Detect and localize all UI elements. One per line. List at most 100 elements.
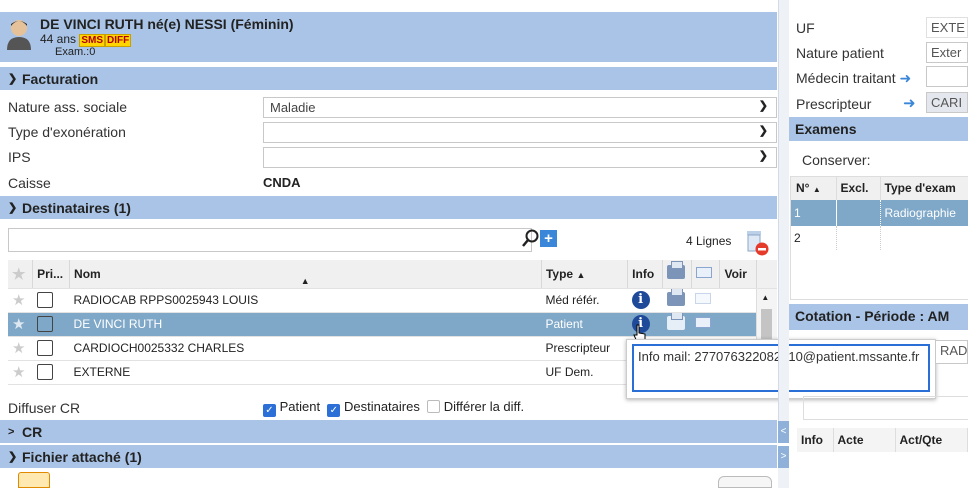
differer-checkbox[interactable] bbox=[427, 400, 441, 413]
destinataires-search-input[interactable] bbox=[8, 228, 532, 252]
delete-trash-icon[interactable] bbox=[744, 228, 770, 256]
row-count: 4 Lignes bbox=[686, 234, 732, 248]
section-cotation[interactable]: Cotation - Période : AM bbox=[789, 304, 968, 330]
row-voir bbox=[719, 312, 757, 337]
info-icon[interactable]: i bbox=[631, 291, 650, 309]
patient-checkbox[interactable]: ✓ bbox=[263, 404, 276, 417]
panel-divider[interactable] bbox=[778, 0, 789, 421]
chevron-down-icon: ❯ bbox=[758, 125, 768, 137]
mail-icon[interactable] bbox=[695, 317, 712, 328]
section-destinataires-title: Destinataires (1) bbox=[22, 199, 131, 216]
col-type-label: Type bbox=[545, 266, 574, 281]
uf-field[interactable]: EXTE bbox=[926, 17, 968, 38]
priority-checkbox[interactable] bbox=[36, 316, 53, 332]
col-cot-info[interactable]: Info bbox=[797, 428, 834, 452]
priority-checkbox[interactable] bbox=[36, 340, 53, 356]
destinataires-checkbox[interactable]: ✓ bbox=[327, 404, 341, 417]
cotation-field[interactable]: RADI bbox=[935, 340, 968, 364]
row-type: Prescripteur bbox=[541, 336, 628, 361]
panel-divider[interactable] bbox=[778, 468, 789, 488]
col-mail[interactable] bbox=[691, 260, 721, 289]
select-exoneration[interactable]: ❯ bbox=[263, 122, 777, 143]
examens-table-border bbox=[790, 176, 968, 300]
section-facturation-title: Facturation bbox=[22, 70, 99, 87]
caisse-value: CNDA bbox=[263, 175, 301, 190]
section-fichier-title: Fichier attaché (1) bbox=[22, 448, 142, 465]
label-exoneration: Type d'exonération bbox=[8, 124, 126, 140]
label-caisse: Caisse bbox=[8, 175, 51, 191]
section-cr-title: CR bbox=[22, 423, 43, 440]
section-destinataires[interactable]: ❯ Destinataires (1) bbox=[0, 196, 777, 219]
col-cot-actqte[interactable]: Act/Qte bbox=[895, 428, 968, 452]
printer-icon[interactable] bbox=[666, 288, 685, 306]
col-scroll-spacer bbox=[756, 260, 777, 289]
priority-checkbox[interactable] bbox=[36, 364, 53, 380]
cotation-table: Info Acte Act/Qte bbox=[797, 428, 968, 452]
conserver-label: Conserver: bbox=[802, 152, 871, 168]
label-diffuser-cr: Diffuser CR bbox=[8, 400, 81, 416]
col-print[interactable] bbox=[662, 260, 692, 289]
sort-asc-icon: ▲ bbox=[576, 269, 586, 280]
differer-checkbox-label: Différer la diff. bbox=[443, 399, 525, 414]
panel-collapse-right[interactable]: > bbox=[778, 446, 789, 468]
attachment-tool-icon[interactable] bbox=[718, 476, 772, 488]
patient-name: DE VINCI RUTH né(e) NESSI (Féminin) bbox=[40, 16, 294, 32]
col-nom-label: Nom bbox=[74, 266, 101, 281]
section-fichier[interactable]: ❯ Fichier attaché (1) bbox=[0, 445, 777, 468]
label-nature-patient: Nature patient bbox=[796, 45, 884, 61]
star-icon[interactable]: ★ bbox=[12, 340, 25, 357]
row-type: Méd référ. bbox=[541, 288, 628, 313]
row-type: UF Dem. bbox=[541, 360, 628, 385]
select-nature-ass[interactable]: Maladie ❯ bbox=[263, 97, 777, 118]
star-icon[interactable]: ★ bbox=[12, 292, 25, 309]
chevron-down-icon: ❯ bbox=[758, 100, 768, 112]
section-examens[interactable]: Examens bbox=[789, 117, 968, 141]
priority-checkbox[interactable] bbox=[36, 292, 53, 308]
chevron-right-icon: > bbox=[8, 425, 15, 438]
destinataires-checkbox-label: Destinataires bbox=[343, 399, 420, 414]
section-cr[interactable]: > CR bbox=[0, 420, 777, 443]
mail-icon[interactable] bbox=[695, 293, 712, 304]
mail-icon bbox=[695, 266, 712, 278]
sort-asc-icon: ▲ bbox=[300, 275, 310, 286]
chevron-down-icon: ❯ bbox=[8, 451, 18, 463]
star-icon[interactable]: ★ bbox=[12, 364, 25, 381]
table-row[interactable]: ★ RADIOCAB RPPS0025943 LOUIS Méd référ. … bbox=[8, 288, 777, 385]
scroll-up-icon[interactable]: ▲ bbox=[761, 293, 769, 302]
patient-age-line: 44 ans SMS DIFF bbox=[40, 32, 132, 47]
attachment-icon[interactable] bbox=[18, 472, 50, 488]
search-icon[interactable] bbox=[522, 229, 540, 249]
star-icon: ★ bbox=[12, 265, 26, 283]
select-ips[interactable]: ❯ bbox=[263, 147, 777, 168]
col-pri[interactable]: Pri... bbox=[32, 260, 71, 289]
medecin-traitant-field[interactable] bbox=[926, 66, 968, 87]
cotation-area bbox=[803, 396, 968, 420]
nature-patient-field[interactable]: Exter bbox=[926, 42, 968, 63]
panel-collapse-left[interactable]: < bbox=[778, 421, 789, 443]
star-icon[interactable]: ★ bbox=[12, 316, 25, 333]
col-info[interactable]: Info bbox=[627, 260, 664, 289]
arrow-right-icon[interactable]: ➜ bbox=[903, 94, 916, 112]
col-voir[interactable]: Voir bbox=[719, 260, 758, 289]
arrow-right-icon[interactable]: ➜ bbox=[900, 70, 912, 86]
avatar-icon bbox=[6, 18, 32, 50]
col-cot-acte[interactable]: Acte bbox=[833, 428, 896, 452]
label-ips: IPS bbox=[8, 149, 31, 165]
label-medecin-traitant-text: Médecin traitant bbox=[796, 70, 896, 86]
col-nom[interactable]: Nom ▲ bbox=[69, 260, 542, 289]
printer-icon[interactable] bbox=[666, 312, 685, 330]
row-voir bbox=[719, 288, 757, 313]
col-star[interactable]: ★ bbox=[8, 260, 34, 289]
prescripteur-field[interactable]: CARI bbox=[926, 92, 968, 113]
row-nom: RADIOCAB RPPS0025943 LOUIS bbox=[69, 288, 542, 313]
col-type[interactable]: Type ▲ bbox=[541, 260, 629, 289]
patient-header: DE VINCI RUTH né(e) NESSI (Féminin) 44 a… bbox=[0, 12, 777, 62]
section-facturation[interactable]: ❯ Facturation bbox=[0, 67, 777, 90]
printer-icon bbox=[667, 261, 686, 280]
label-prescripteur: Prescripteur bbox=[796, 96, 872, 112]
chevron-down-icon: ❯ bbox=[8, 73, 18, 85]
table-row[interactable]: ★ DE VINCI RUTH Patient i bbox=[8, 312, 777, 337]
patient-age: 44 ans bbox=[40, 32, 77, 46]
diff-badge: DIFF bbox=[105, 34, 132, 47]
add-icon[interactable]: + bbox=[540, 230, 557, 247]
